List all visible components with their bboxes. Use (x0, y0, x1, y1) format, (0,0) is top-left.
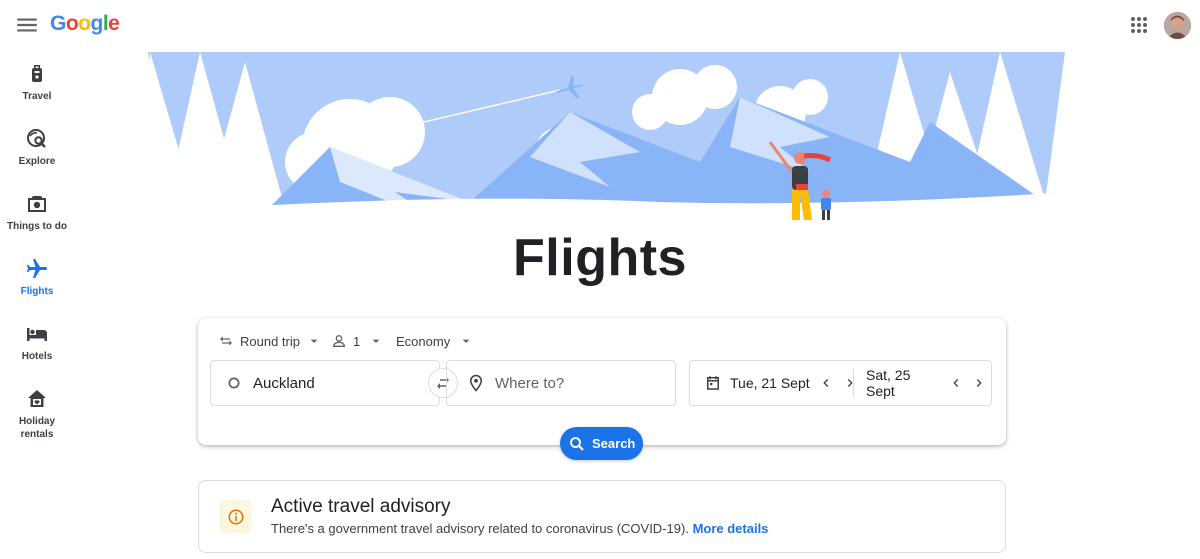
return-date: Sat, 25 Sept (866, 367, 911, 399)
sidebar-item-holiday-rentals[interactable]: Holiday rentals (0, 387, 74, 441)
search-card: Round trip 1 Economy Tue, 21 Sept Sat, 2… (198, 318, 1006, 445)
sidebar-item-travel[interactable]: Travel (0, 62, 74, 103)
departure-date-field[interactable]: Tue, 21 Sept (704, 361, 862, 405)
return-next-chevron-icon[interactable] (968, 371, 991, 395)
return-prev-chevron-icon[interactable] (945, 371, 968, 395)
explore-icon (25, 127, 49, 151)
sidebar-item-hotels[interactable]: Hotels (0, 322, 74, 363)
dropdown-arrow-icon (310, 339, 318, 343)
google-logo[interactable]: Google (50, 12, 120, 36)
origin-input[interactable] (253, 374, 403, 392)
sidebar-item-label: Holiday rentals (18, 416, 56, 440)
departure-date: Tue, 21 Sept (730, 375, 810, 391)
location-pin-icon (469, 374, 483, 392)
destination-field[interactable] (446, 360, 676, 406)
advisory-title: Active travel advisory (271, 496, 451, 517)
info-icon (219, 500, 252, 533)
camera-icon (25, 192, 49, 216)
avatar[interactable] (1164, 12, 1191, 39)
sidebar-item-label: Travel (22, 91, 52, 102)
passengers-count: 1 (353, 333, 361, 349)
menu-icon[interactable] (14, 12, 40, 38)
calendar-icon (707, 376, 719, 390)
bed-icon (25, 322, 49, 346)
search-button[interactable]: Search (560, 427, 643, 460)
departure-prev-chevron-icon[interactable] (814, 371, 838, 395)
suitcase-icon (25, 62, 49, 86)
departure-next-chevron-icon[interactable] (838, 371, 862, 395)
date-range-field: Tue, 21 Sept Sat, 25 Sept (689, 360, 992, 406)
trip-type-label: Round trip (240, 333, 300, 349)
more-details-link[interactable]: More details (693, 521, 769, 536)
search-icon (570, 436, 584, 451)
dropdown-arrow-icon (372, 339, 380, 343)
person-icon (332, 335, 346, 347)
origin-field[interactable] (210, 360, 440, 406)
apps-grid-icon[interactable] (1127, 13, 1151, 37)
sidebar-item-explore[interactable]: Explore (0, 127, 74, 168)
advisory-message: There's a government travel advisory rel… (271, 521, 689, 536)
travel-advisory-card: Active travel advisory There's a governm… (198, 480, 1006, 553)
return-date-field[interactable]: Sat, 25 Sept (866, 361, 991, 405)
cabin-class-label: Economy (396, 333, 451, 349)
sidebar-item-label: Explore (18, 156, 56, 167)
trip-type-select[interactable]: Round trip (218, 330, 322, 352)
destination-input[interactable] (495, 374, 645, 392)
passengers-select[interactable]: 1 (331, 330, 384, 352)
search-button-label: Search (592, 436, 636, 451)
hero-illustration (140, 52, 1070, 244)
cabin-class-select[interactable]: Economy (396, 330, 474, 352)
dropdown-arrow-icon (462, 339, 470, 343)
house-icon (25, 387, 49, 411)
date-divider (853, 369, 854, 397)
advisory-text: There's a government travel advisory rel… (271, 521, 768, 536)
sidebar-item-label: Hotels (21, 351, 53, 362)
swap-arrows-icon (220, 336, 232, 346)
origin-circle-icon (228, 377, 240, 389)
sidebar-item-things-to-do[interactable]: Things to do (0, 192, 74, 233)
page-title: Flights (513, 229, 687, 287)
top-bar: Google (0, 0, 1200, 52)
